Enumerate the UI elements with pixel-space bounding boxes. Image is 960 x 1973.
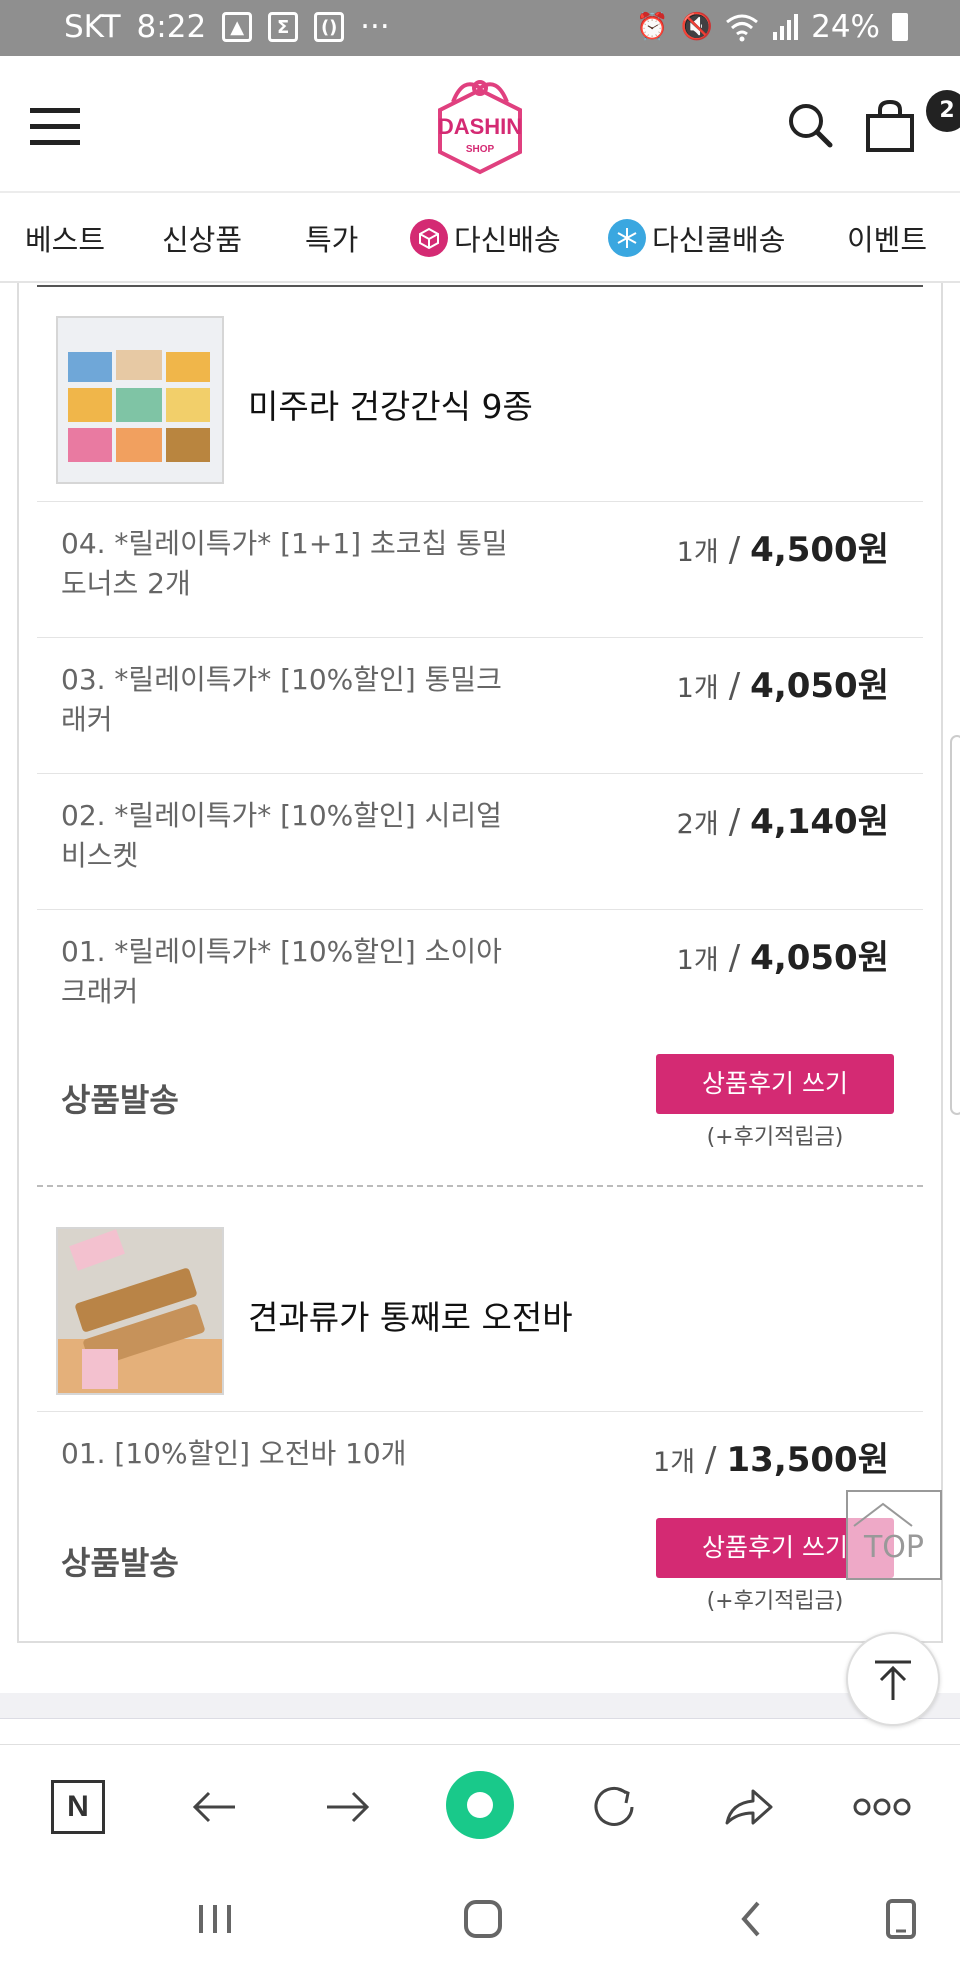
dashin-logo[interactable]: DASHIN SHOP	[423, 72, 537, 176]
gallery-notification-icon: ▲	[222, 12, 253, 42]
rotate-screen-icon[interactable]	[876, 1894, 926, 1944]
nav-dashin-cool-delivery[interactable]: 다신쿨배송	[608, 217, 785, 259]
carrier-label: SKT	[64, 9, 121, 45]
sigma-notification-icon: Σ	[268, 12, 299, 42]
order-item-amount: 4,140원	[750, 802, 889, 842]
order-item-row: 01. [10%할인] 오전바 10개 1개 / 13,500원	[37, 1411, 923, 1511]
share-icon[interactable]	[718, 1777, 778, 1837]
order-item-row: 02. *릴레이특가* [10%할인] 시리얼 비스켓 2개 / 4,140원	[37, 773, 923, 909]
order-item-qty: 1개	[653, 1447, 696, 1478]
box-icon	[410, 219, 448, 257]
order-item-qty: 1개	[676, 673, 719, 704]
order-item-amount: 13,500원	[726, 1440, 889, 1480]
refresh-icon[interactable]	[584, 1777, 644, 1837]
order-item-name[interactable]: 04. *릴레이특가* [1+1] 초코칩 통밀도너츠 2개	[61, 524, 521, 604]
order-item-row: 04. *릴레이특가* [1+1] 초코칩 통밀도너츠 2개 1개 / 4,50…	[37, 501, 923, 637]
order-item-price: 2개 / 4,140원	[677, 794, 889, 843]
svg-text:DASHIN: DASHIN	[438, 114, 522, 139]
order-item-name[interactable]: 01. *릴레이특가* [10%할인] 소이아크래커	[61, 932, 521, 1012]
shopping-bag-icon[interactable]	[862, 98, 918, 154]
group-divider	[37, 1185, 923, 1187]
order-item-amount: 4,050원	[750, 938, 889, 978]
product-thumbnail-ojeonbar[interactable]	[56, 1227, 224, 1395]
order-item-row: 01. *릴레이특가* [10%할인] 소이아크래커 1개 / 4,050원	[37, 909, 923, 1019]
product-title[interactable]: 견과류가 통째로 오전바	[248, 1291, 573, 1339]
battery-level: 24%	[811, 9, 880, 45]
mute-icon: 🔇	[680, 12, 714, 42]
status-bar: SKT 8:22 ▲ Σ () ··· ⏰ 🔇 24%	[0, 0, 960, 56]
nav-dashin-delivery[interactable]: 다신배송	[410, 217, 561, 259]
order-item-name[interactable]: 02. *릴레이특가* [10%할인] 시리얼 비스켓	[61, 796, 521, 876]
order-item-row: 03. *릴레이특가* [10%할인] 통밀크래커 1개 / 4,050원	[37, 637, 923, 773]
app-notification-icon: ()	[314, 12, 345, 42]
shipping-status: 상품발송	[61, 1544, 179, 1582]
more-options-icon[interactable]	[852, 1777, 912, 1837]
svg-text:SHOP: SHOP	[466, 144, 495, 155]
menu-icon[interactable]	[30, 108, 80, 145]
search-icon[interactable]	[785, 100, 835, 150]
browser-toolbar: N	[0, 1744, 960, 1866]
order-detail: 미주라 건강간식 9종 04. *릴레이특가* [1+1] 초코칩 통밀도너츠 …	[0, 283, 960, 1743]
section-separator	[0, 1693, 960, 1719]
alarm-icon: ⏰	[636, 12, 669, 42]
order-item-qty: 1개	[676, 537, 719, 568]
order-item-price: 1개 / 4,500원	[677, 522, 889, 571]
forward-arrow-icon[interactable]	[318, 1777, 378, 1837]
nav-special[interactable]: 특가	[305, 217, 358, 259]
scroll-to-top-icon[interactable]	[846, 1632, 940, 1726]
write-review-button[interactable]: 상품후기 쓰기	[656, 1054, 894, 1114]
snowflake-icon	[608, 219, 646, 257]
more-notifications: ···	[360, 9, 390, 45]
product-thumbnail-mizura[interactable]	[56, 316, 224, 484]
chevron-up-icon	[853, 1502, 913, 1527]
clock: 8:22	[136, 9, 207, 45]
order-item-amount: 4,050원	[750, 666, 889, 706]
site-header: DASHIN SHOP 2	[0, 56, 960, 191]
scroll-top-button[interactable]: TOP	[846, 1490, 942, 1580]
order-item-name[interactable]: 01. [10%할인] 오전바 10개	[61, 1434, 621, 1474]
order-item-price: 1개 / 4,050원	[677, 930, 889, 979]
scroll-handle[interactable]	[950, 735, 960, 1115]
back-arrow-icon[interactable]	[184, 1777, 244, 1837]
nav-best[interactable]: 베스트	[25, 217, 105, 259]
system-navigation-bar	[0, 1866, 960, 1973]
category-nav: 베스트 신상품 특가 다신배송 다신쿨배송 이벤트	[0, 191, 960, 283]
wifi-icon	[726, 14, 759, 42]
review-reward-note: (+후기적립금)	[706, 1589, 844, 1614]
green-dot-icon[interactable]	[442, 1767, 518, 1843]
recent-apps-icon[interactable]	[190, 1894, 240, 1944]
order-item-amount: 4,500원	[750, 530, 889, 570]
order-item-price: 1개 / 4,050원	[677, 658, 889, 707]
product-title[interactable]: 미주라 건강간식 9종	[248, 380, 533, 428]
naver-home-icon[interactable]: N	[48, 1777, 108, 1837]
back-icon[interactable]	[726, 1894, 776, 1944]
nav-event[interactable]: 이벤트	[847, 217, 927, 259]
home-icon[interactable]	[458, 1894, 508, 1944]
review-reward-note: (+후기적립금)	[706, 1125, 844, 1150]
shipping-status: 상품발송	[61, 1081, 179, 1119]
divider	[37, 285, 923, 287]
cart-count-badge: 2	[926, 90, 960, 132]
battery-icon	[892, 13, 908, 41]
order-item-qty: 1개	[676, 945, 719, 976]
nav-new[interactable]: 신상품	[162, 217, 242, 259]
signal-icon	[773, 14, 799, 40]
order-item-price: 1개 / 13,500원	[653, 1432, 889, 1481]
scroll-top-label: TOP	[863, 1530, 925, 1565]
order-item-name[interactable]: 03. *릴레이특가* [10%할인] 통밀크래커	[61, 660, 521, 740]
order-item-qty: 2개	[676, 809, 719, 840]
